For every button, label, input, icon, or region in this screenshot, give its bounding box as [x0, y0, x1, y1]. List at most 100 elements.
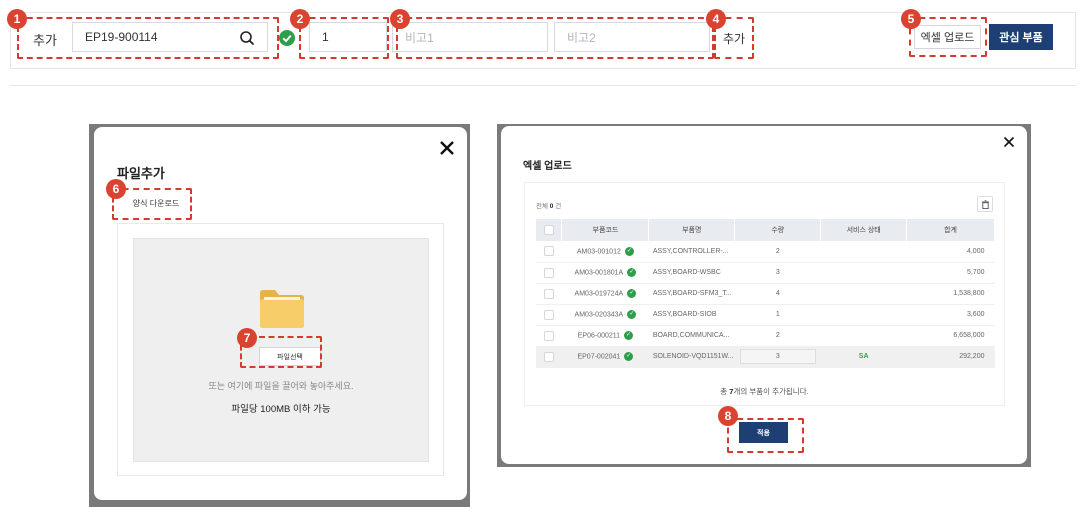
part-code: AM03-001801A: [574, 269, 624, 277]
part-code: AM03-019724A: [574, 290, 624, 298]
file-drop-zone[interactable]: 파일선택 또는 여기에 파일을 끌어와 놓아주세요. 파일당 100MB 이하 …: [133, 238, 429, 462]
excel-modal-title: 엑셀 업로드: [523, 161, 572, 172]
summary-prefix: 총: [720, 387, 730, 396]
summary-suffix: 개의 부품이 추가됩니다.: [733, 387, 809, 396]
table-row[interactable]: AM03-019724A ✓ ASSY,BOARD-SFM3_T... 4 1,538,…: [536, 283, 995, 305]
part-name-cell: BOARD,COMMUNICA...: [648, 325, 735, 347]
quantity-value: 2: [775, 247, 780, 255]
row-checkbox[interactable]: [536, 262, 562, 284]
apply-button[interactable]: 적용: [739, 422, 788, 443]
row-checkbox[interactable]: [536, 283, 562, 305]
total-cell: 292,200: [906, 346, 995, 368]
quantity-value: 1: [775, 311, 780, 318]
part-name-cell: ASSY,BOARD-WSBC: [648, 262, 735, 284]
table-row[interactable]: AM03-001801A ✓ ASSY,BOARD-WSBC 3 5,700: [536, 262, 995, 284]
divider: [10, 85, 1076, 86]
quantity-cell: 3: [734, 262, 821, 284]
excel-upload-button[interactable]: 엑셀 업로드: [914, 25, 981, 49]
service-status-cell: [820, 304, 907, 326]
total-cell: 6,658,000: [906, 325, 995, 347]
part-code: AM03-001012: [576, 248, 621, 256]
quantity-input[interactable]: 1: [309, 22, 387, 52]
part-search-value: EP19-900114: [85, 30, 158, 44]
row-checkbox[interactable]: [536, 325, 562, 347]
quantity-value: 2: [775, 332, 780, 339]
part-search-input[interactable]: EP19-900114: [72, 22, 268, 52]
quantity-cell: 4: [734, 283, 821, 305]
column-header: 부품코드: [561, 219, 650, 241]
service-status-cell: [820, 325, 907, 347]
parts-table: 부품코드 부품명 수량 서비스 상태 합계 AM03-001012 ✓ ASSY,C…: [536, 219, 995, 368]
check-icon: ✓: [624, 352, 634, 361]
row-checkbox[interactable]: [536, 304, 562, 326]
parts-table-scroll[interactable]: 부품코드 부품명 수량 서비스 상태 합계 AM03-001012 ✓ ASSY,C…: [536, 219, 995, 371]
service-status-cell: SA: [820, 346, 907, 368]
part-code-cell: EP06-000211 ✓: [561, 325, 649, 347]
table-header-row: 부품코드 부품명 수량 서비스 상태 합계: [536, 219, 995, 241]
quantity-value: 1: [322, 30, 329, 44]
summary-text: 총 7개의 부품이 추가됩니다.: [525, 386, 1004, 397]
column-header: 수량: [734, 219, 822, 241]
file-modal-title: 파일추가: [117, 166, 165, 181]
folder-icon: [260, 290, 304, 328]
row-checkbox[interactable]: [536, 346, 562, 368]
close-icon[interactable]: [1003, 136, 1015, 148]
check-icon: ✓: [627, 289, 637, 298]
part-code-cell: AM03-020343A ✓: [561, 304, 649, 326]
delete-button[interactable]: [977, 196, 993, 212]
favorite-parts-button[interactable]: 관심 부품: [989, 24, 1053, 50]
upload-container: 파일선택 또는 여기에 파일을 끌어와 놓아주세요. 파일당 100MB 이하 …: [117, 223, 444, 476]
callout-badge-5: 5: [901, 9, 921, 29]
size-limit-text: 파일당 100MB 이하 가능: [231, 404, 331, 415]
total-prefix: 전체: [536, 203, 548, 210]
select-all-checkbox[interactable]: [536, 219, 563, 241]
check-icon: ✓: [627, 310, 637, 319]
total-suffix: 건: [555, 203, 562, 210]
service-status-cell: [820, 262, 907, 284]
quantity-cell: 2: [734, 325, 821, 347]
note2-placeholder: 비고2: [567, 30, 596, 45]
close-icon[interactable]: [439, 140, 455, 156]
file-add-modal: 파일추가 양식 다운로드 파일선택 또는 여기에 파일을 끌어와 놓아주세요. …: [94, 127, 467, 500]
table-row[interactable]: AM03-020343A ✓ ASSY,BOARD-SIOB 1 3,600: [536, 304, 995, 326]
search-icon[interactable]: [239, 30, 255, 46]
quantity-value: 4: [775, 290, 780, 297]
quantity-cell: 2: [734, 241, 821, 263]
excel-upload-modal: 엑셀 업로드 전체 0 건 부품코드 부품명 수량 서비스 상태 합계 AM03…: [501, 126, 1027, 464]
part-name-cell: ASSY,BOARD-SIOB: [648, 304, 735, 326]
part-name-cell: ASSY,BOARD-SFM3_T...: [648, 283, 735, 305]
part-code-cell: AM03-001801A ✓: [561, 262, 649, 284]
callout-badge-8: 8: [718, 406, 738, 426]
note1-placeholder: 비고1: [405, 30, 434, 45]
callout-badge-1: 1: [7, 9, 27, 29]
total-cell: 3,600: [906, 304, 995, 326]
part-name-cell: ASSY,CONTROLLER-...: [648, 241, 735, 263]
drop-hint: 또는 여기에 파일을 끌어와 놓아주세요.: [208, 381, 354, 391]
table-row[interactable]: EP06-000211 ✓ BOARD,COMMUNICA... 2 6,658,000: [536, 325, 995, 347]
add-button[interactable]: 추가: [723, 30, 745, 47]
upload-table-panel: 전체 0 건 부품코드 부품명 수량 서비스 상태 합계 AM03-001012…: [524, 182, 1005, 406]
part-code: AM03-020343A: [574, 311, 624, 319]
note2-input[interactable]: 비고2: [554, 22, 710, 52]
template-download-button[interactable]: 양식 다운로드: [122, 193, 190, 213]
callout-badge-2: 2: [290, 9, 310, 29]
table-row[interactable]: EP07-002041 ✓ SOLENOID-VQD1151W... 3 SA 292,2…: [536, 346, 995, 368]
quantity-cell[interactable]: 3: [734, 346, 821, 368]
total-cell: 5,700: [906, 262, 995, 284]
check-icon: [279, 30, 295, 46]
note1-input[interactable]: 비고1: [392, 22, 548, 52]
callout-badge-3: 3: [390, 9, 410, 29]
quantity-input[interactable]: 3: [739, 349, 816, 364]
check-icon: ✓: [624, 246, 634, 256]
part-code-cell: EP07-002041 ✓: [561, 346, 649, 368]
total-cell: 1,538,800: [906, 283, 995, 305]
callout-badge-4: 4: [706, 9, 726, 29]
callout-badge-7: 7: [237, 328, 257, 348]
row-checkbox[interactable]: [536, 241, 562, 263]
check-icon: ✓: [627, 268, 637, 277]
table-row[interactable]: AM03-001012 ✓ ASSY,CONTROLLER-... 2 4,000: [536, 241, 995, 263]
select-file-button[interactable]: 파일선택: [259, 347, 321, 366]
service-status-cell: [820, 283, 907, 305]
service-status-cell: [820, 241, 907, 263]
total-count-value: 0: [549, 203, 554, 210]
